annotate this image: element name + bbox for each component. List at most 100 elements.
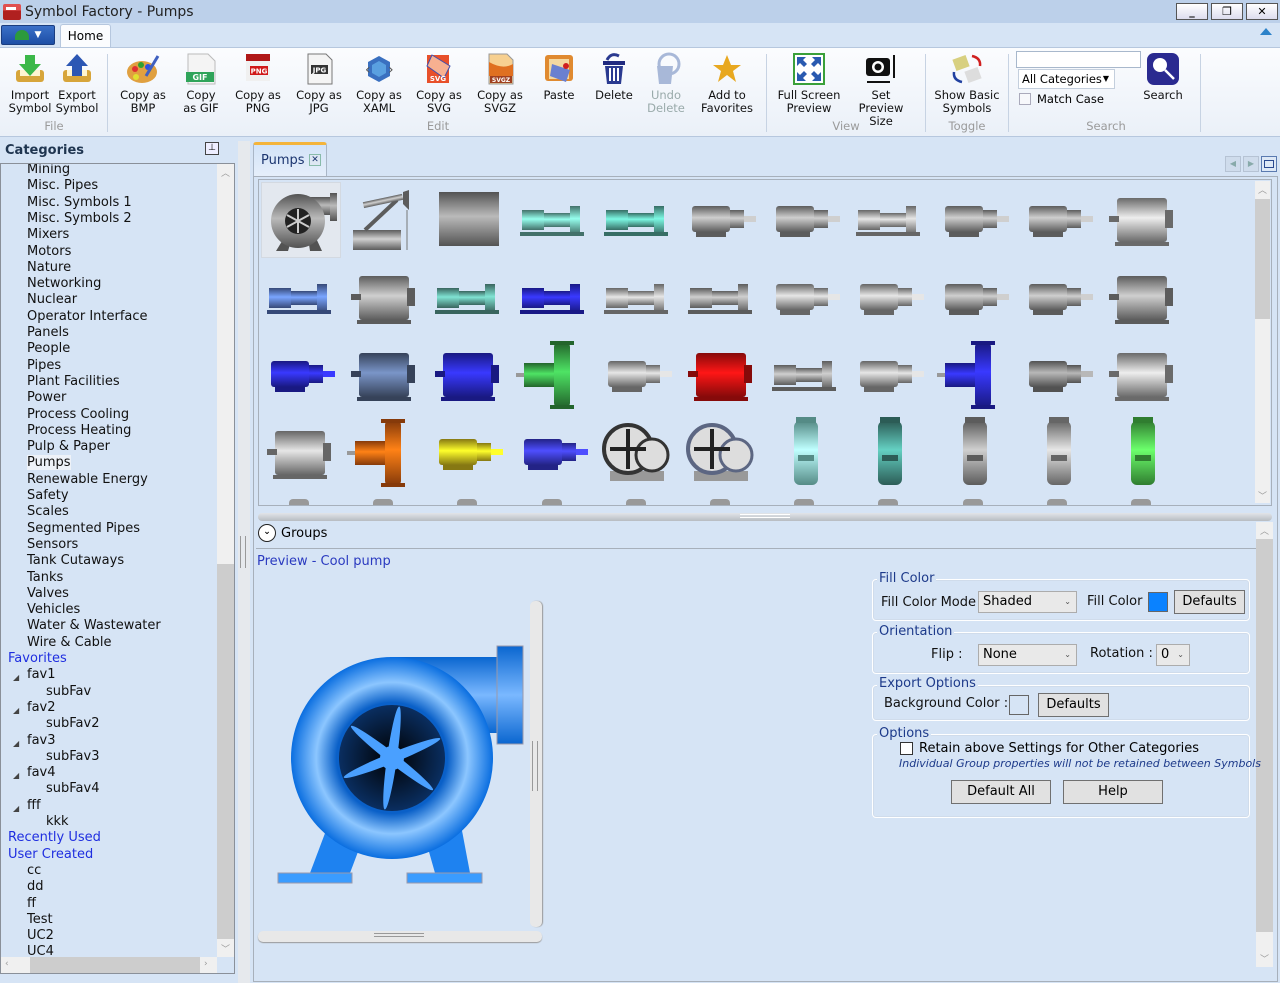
export-defaults-button[interactable]: Defaults bbox=[1038, 693, 1109, 717]
copy-png-button[interactable]: PNG Copy as PNG bbox=[232, 52, 284, 115]
preview-horizontal-scrollbar[interactable] bbox=[258, 931, 542, 942]
show-basic-symbols-button[interactable]: Show Basic Symbols bbox=[933, 52, 1001, 115]
expand-triangle-icon[interactable]: ◢ bbox=[13, 670, 19, 686]
symbol-tile[interactable] bbox=[598, 415, 678, 491]
symbol-tile[interactable] bbox=[682, 415, 762, 491]
symbol-tile[interactable] bbox=[1019, 182, 1099, 258]
add-to-favorites-button[interactable]: Add to Favorites bbox=[698, 52, 756, 115]
tree-item[interactable]: Scales bbox=[27, 504, 69, 520]
scrollbar-thumb[interactable] bbox=[1255, 199, 1270, 319]
symbol-tile[interactable] bbox=[261, 415, 341, 491]
tab-list-icon[interactable] bbox=[1261, 156, 1277, 172]
symbol-tile[interactable] bbox=[850, 182, 930, 258]
tree-section-header[interactable]: Recently Used bbox=[8, 830, 101, 846]
tree-item[interactable]: Mining bbox=[27, 164, 70, 178]
checkbox-box[interactable] bbox=[1019, 93, 1031, 105]
tree-item[interactable]: Power bbox=[27, 390, 66, 406]
tree-item[interactable]: People bbox=[27, 341, 70, 357]
tree-item[interactable]: kkk bbox=[46, 814, 69, 830]
symbol-tile[interactable] bbox=[514, 415, 594, 491]
copy-bmp-button[interactable]: Copy as BMP bbox=[117, 52, 169, 115]
tree-item[interactable]: Operator Interface bbox=[27, 309, 148, 325]
retain-settings-checkbox[interactable]: Retain above Settings for Other Categori… bbox=[900, 741, 1199, 756]
expand-chevron-icon[interactable]: ⌄ bbox=[258, 524, 276, 542]
tree-item[interactable]: UC2 bbox=[27, 928, 54, 944]
tree-item[interactable]: Renewable Energy bbox=[27, 472, 148, 488]
symbol-tile[interactable] bbox=[345, 337, 425, 413]
scroll-up-icon[interactable]: ︿ bbox=[1260, 524, 1269, 537]
symbol-tile-partial[interactable] bbox=[457, 499, 478, 505]
expand-triangle-icon[interactable]: ◢ bbox=[13, 736, 19, 752]
scrollbar-grip[interactable] bbox=[532, 741, 538, 791]
symbol-tile[interactable] bbox=[682, 182, 762, 258]
tree-item[interactable]: Plant Facilities bbox=[27, 374, 120, 390]
category-filter-select[interactable]: All Categories ▼ bbox=[1018, 69, 1115, 89]
symbol-tile[interactable] bbox=[1103, 260, 1183, 336]
tree-item[interactable]: Tanks bbox=[27, 570, 63, 586]
symbol-tile[interactable] bbox=[1103, 337, 1183, 413]
tree-item[interactable]: subFav2 bbox=[46, 716, 99, 732]
scrollbar-thumb[interactable] bbox=[217, 564, 234, 939]
symbol-tile-partial[interactable] bbox=[541, 499, 562, 505]
symbol-tile-partial[interactable] bbox=[962, 499, 983, 505]
expand-triangle-icon[interactable]: ◢ bbox=[13, 768, 19, 784]
symbol-tile[interactable] bbox=[1019, 260, 1099, 336]
tree-section-header[interactable]: Favorites bbox=[8, 651, 67, 667]
scroll-right-icon[interactable]: › bbox=[204, 959, 208, 969]
expand-triangle-icon[interactable]: ◢ bbox=[13, 703, 19, 719]
scrollbar-thumb[interactable] bbox=[30, 957, 200, 973]
tree-item[interactable]: Motors bbox=[27, 244, 71, 260]
symbol-tile[interactable] bbox=[429, 182, 509, 258]
match-case-checkbox[interactable]: Match Case bbox=[1019, 92, 1104, 106]
symbol-tile[interactable] bbox=[850, 260, 930, 336]
symbol-tile[interactable] bbox=[682, 337, 762, 413]
fill-color-mode-select[interactable]: Shaded ⌄ bbox=[978, 591, 1077, 613]
tree-item[interactable]: Safety bbox=[27, 488, 69, 504]
symbol-tile[interactable] bbox=[935, 337, 1015, 413]
symbol-tile-partial[interactable] bbox=[289, 499, 309, 505]
symbol-tile[interactable] bbox=[850, 415, 930, 491]
symbol-tile[interactable] bbox=[514, 337, 594, 413]
restore-button[interactable]: ❐ bbox=[1211, 3, 1243, 20]
symbol-tile[interactable] bbox=[766, 182, 846, 258]
symbol-tile[interactable] bbox=[429, 260, 509, 336]
symbol-tile[interactable] bbox=[345, 415, 425, 491]
tree-item[interactable]: Sensors bbox=[27, 537, 78, 553]
symbol-tile[interactable] bbox=[514, 260, 594, 336]
tree-item[interactable]: subFav bbox=[46, 684, 91, 700]
pin-icon[interactable]: ⊥ bbox=[205, 142, 219, 155]
copy-xaml-button[interactable]: ‹ › Copy as XAML bbox=[353, 52, 405, 115]
symbol-tile[interactable] bbox=[261, 182, 341, 258]
symbol-tile-partial[interactable] bbox=[710, 499, 730, 505]
search-input[interactable] bbox=[1016, 51, 1141, 68]
tree-item[interactable]: subFav4 bbox=[46, 781, 99, 797]
copy-svg-button[interactable]: SVG Copy as SVG bbox=[413, 52, 465, 115]
tree-item[interactable]: cc bbox=[27, 863, 41, 879]
search-button[interactable]: Search bbox=[1140, 52, 1186, 102]
symbol-tile[interactable] bbox=[766, 337, 846, 413]
tree-item[interactable]: dd bbox=[27, 879, 44, 895]
full-screen-preview-button[interactable]: Full Screen Preview bbox=[776, 52, 842, 115]
symbol-tile[interactable] bbox=[598, 182, 678, 258]
tree-section-header[interactable]: User Created bbox=[8, 847, 93, 863]
copy-gif-button[interactable]: GIF Copy as GIF bbox=[175, 52, 227, 115]
symbol-tile[interactable] bbox=[261, 337, 341, 413]
tree-item[interactable]: Pulp & Paper bbox=[27, 439, 110, 455]
tree-item[interactable]: Mixers bbox=[27, 227, 69, 243]
tree-item[interactable]: subFav3 bbox=[46, 749, 99, 765]
close-tab-icon[interactable]: ✕ bbox=[309, 154, 321, 166]
tree-item[interactable]: Misc. Pipes bbox=[27, 178, 98, 194]
tree-item[interactable]: Nature bbox=[27, 260, 71, 276]
tree-item[interactable]: Nuclear bbox=[27, 292, 77, 308]
groups-expander[interactable]: ⌄ Groups bbox=[258, 524, 327, 542]
close-button[interactable]: ✕ bbox=[1246, 3, 1278, 20]
scroll-up-icon[interactable]: ︿ bbox=[221, 166, 230, 179]
copy-jpg-button[interactable]: JPG Copy as JPG bbox=[293, 52, 345, 115]
flip-select[interactable]: None ⌄ bbox=[978, 644, 1077, 666]
scroll-down-icon[interactable]: ﹀ bbox=[1258, 489, 1267, 502]
symbol-tile[interactable] bbox=[514, 182, 594, 258]
symbol-tile[interactable] bbox=[766, 260, 846, 336]
splitter-grip[interactable] bbox=[240, 536, 246, 568]
symbol-tile[interactable] bbox=[429, 337, 509, 413]
tree-item[interactable]: Pumps bbox=[27, 455, 71, 471]
